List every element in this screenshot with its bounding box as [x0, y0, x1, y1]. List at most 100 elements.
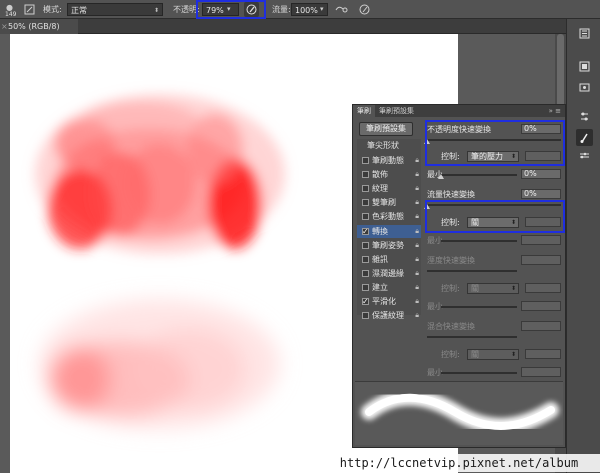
- properties-icon[interactable]: [576, 58, 593, 75]
- list-item-label: 濕潤邊緣: [372, 269, 404, 278]
- opacity-min-slider-handle[interactable]: [438, 174, 444, 179]
- checkbox[interactable]: [362, 284, 369, 291]
- list-item[interactable]: 色彩動態 🔒︎: [357, 210, 421, 223]
- wet-control-dropdown: 關 ⬍: [467, 283, 519, 294]
- checkbox[interactable]: [362, 256, 369, 263]
- list-item[interactable]: 筆刷姿勢 🔒︎: [357, 239, 421, 252]
- lock-icon[interactable]: 🔒︎: [415, 239, 419, 252]
- checkbox[interactable]: [362, 199, 369, 206]
- flow-control-value: 關: [471, 218, 479, 227]
- checkbox[interactable]: [362, 242, 369, 249]
- clone-source-icon[interactable]: [576, 147, 593, 164]
- list-item[interactable]: 濕潤邊緣 🔒︎: [357, 267, 421, 280]
- list-item-label: 雙筆刷: [372, 198, 396, 207]
- opacity-jitter-value[interactable]: 0%: [521, 124, 561, 134]
- list-item[interactable]: 筆刷動態 🔒︎: [357, 154, 421, 167]
- lock-icon[interactable]: 🔒︎: [415, 196, 419, 209]
- lock-icon[interactable]: 🔒︎: [415, 182, 419, 195]
- mix-jitter-value: [521, 321, 561, 331]
- wet-jitter-value: [521, 255, 561, 265]
- checkbox[interactable]: [362, 157, 369, 164]
- mix-control-value: 關: [471, 350, 479, 359]
- scrollbar-thumb[interactable]: [557, 34, 564, 114]
- document-tab[interactable]: × 50% (RGB/8): [0, 19, 78, 34]
- lock-icon[interactable]: 🔒︎: [415, 281, 419, 294]
- document-title: 50% (RGB/8): [8, 22, 60, 31]
- lock-icon[interactable]: 🔒︎: [415, 225, 419, 238]
- flow-min-value: [521, 235, 561, 245]
- list-item[interactable]: 雜訊 🔒︎: [357, 253, 421, 266]
- pressure-opacity-button[interactable]: [244, 2, 259, 17]
- list-item[interactable]: 散佈 🔒︎: [357, 168, 421, 181]
- flow-control-dropdown[interactable]: 關 ⬍: [467, 217, 519, 228]
- list-item-tip-shape[interactable]: 筆尖形狀: [357, 139, 421, 152]
- lock-icon[interactable]: 🔒︎: [415, 295, 419, 308]
- tab-brush[interactable]: 筆刷: [353, 105, 375, 117]
- opacity-jitter-slider-handle[interactable]: [424, 139, 430, 144]
- list-item-transfer[interactable]: 轉換 🔒︎: [357, 225, 421, 238]
- flow-jitter-value[interactable]: 0%: [521, 189, 561, 199]
- flow-jitter-slider-handle[interactable]: [424, 204, 430, 209]
- lock-icon[interactable]: 🔒︎: [415, 210, 419, 223]
- opacity-jitter-slider[interactable]: [427, 139, 561, 141]
- adjustments-icon[interactable]: [576, 108, 593, 125]
- list-item[interactable]: 平滑化 🔒︎: [357, 295, 421, 308]
- checkbox[interactable]: [362, 295, 369, 308]
- panel-menu-icon[interactable]: » ≡: [549, 105, 561, 117]
- info-icon[interactable]: [576, 79, 593, 96]
- wet-min-slider: [441, 306, 517, 308]
- mix-control-dropdown: 關 ⬍: [467, 349, 519, 360]
- list-item-label: 紋理: [372, 184, 388, 193]
- lock-icon[interactable]: 🔒︎: [415, 168, 419, 181]
- mode-dropdown[interactable]: 正常 ⬍: [67, 3, 163, 16]
- lock-icon[interactable]: 🔒︎: [415, 154, 419, 167]
- opacity-value: 79%: [206, 6, 224, 15]
- pressure-size-button[interactable]: [357, 2, 372, 17]
- list-item[interactable]: 紋理 🔒︎: [357, 182, 421, 195]
- control-label: 控制:: [441, 350, 460, 359]
- list-item-label: 筆刷姿勢: [372, 241, 404, 250]
- opacity-min-value[interactable]: 0%: [521, 169, 561, 179]
- checkbox[interactable]: [362, 185, 369, 192]
- close-icon[interactable]: ×: [1, 19, 8, 34]
- chevron-down-icon: ⬍: [510, 153, 516, 160]
- checkbox[interactable]: [362, 213, 369, 220]
- opacity-control-dropdown[interactable]: 筆的壓力 ⬍: [467, 151, 519, 162]
- list-item[interactable]: 保護紋理 🔒︎: [357, 309, 421, 322]
- history-icon[interactable]: [576, 25, 593, 42]
- document-tab-bar: × 50% (RGB/8): [0, 19, 566, 34]
- checkbox[interactable]: [362, 225, 369, 238]
- brush-preset-picker[interactable]: ● 149: [2, 3, 24, 18]
- checkbox[interactable]: [362, 270, 369, 277]
- mode-label: 模式:: [43, 5, 62, 14]
- lock-icon[interactable]: 🔒︎: [415, 253, 419, 266]
- checkbox[interactable]: [362, 171, 369, 178]
- stroke-preview-graphic: [361, 389, 559, 434]
- list-item-label: 保護紋理: [372, 311, 404, 320]
- flow-slider-arrow-icon[interactable]: ▾: [320, 3, 330, 16]
- wet-min-value: [521, 301, 561, 311]
- opacity-control-value: 筆的壓力: [471, 152, 503, 161]
- panel-tab-bar: 筆刷 筆刷預設集 » ≡: [353, 105, 565, 117]
- airbrush-button[interactable]: [334, 2, 349, 17]
- brush-panel-icon[interactable]: [576, 129, 593, 146]
- lock-icon[interactable]: 🔒︎: [415, 267, 419, 280]
- list-item-label: 建立: [372, 283, 388, 292]
- brush-panel-toggle-icon[interactable]: [22, 2, 37, 17]
- control-label: 控制:: [441, 152, 460, 161]
- list-item[interactable]: 雙筆刷 🔒︎: [357, 196, 421, 209]
- chevron-down-icon: ⬍: [510, 219, 516, 226]
- opacity-min-slider[interactable]: [441, 174, 517, 176]
- brush-presets-button[interactable]: 筆刷預設集: [359, 122, 413, 136]
- control-label: 控制:: [441, 218, 460, 227]
- flow-jitter-slider[interactable]: [427, 204, 561, 206]
- opacity-slider-arrow-icon[interactable]: ▾: [227, 3, 237, 16]
- flow-jitter-label: 流量快速變換: [427, 190, 475, 199]
- lock-icon[interactable]: 🔒︎: [415, 309, 419, 322]
- list-item[interactable]: 建立 🔒︎: [357, 281, 421, 294]
- checkbox[interactable]: [362, 312, 369, 319]
- tab-brush-presets[interactable]: 筆刷預設集: [375, 105, 418, 117]
- chevron-down-icon: ⬍: [153, 7, 159, 14]
- wet-control-value: 關: [471, 284, 479, 293]
- mix-jitter-slider: [427, 336, 517, 338]
